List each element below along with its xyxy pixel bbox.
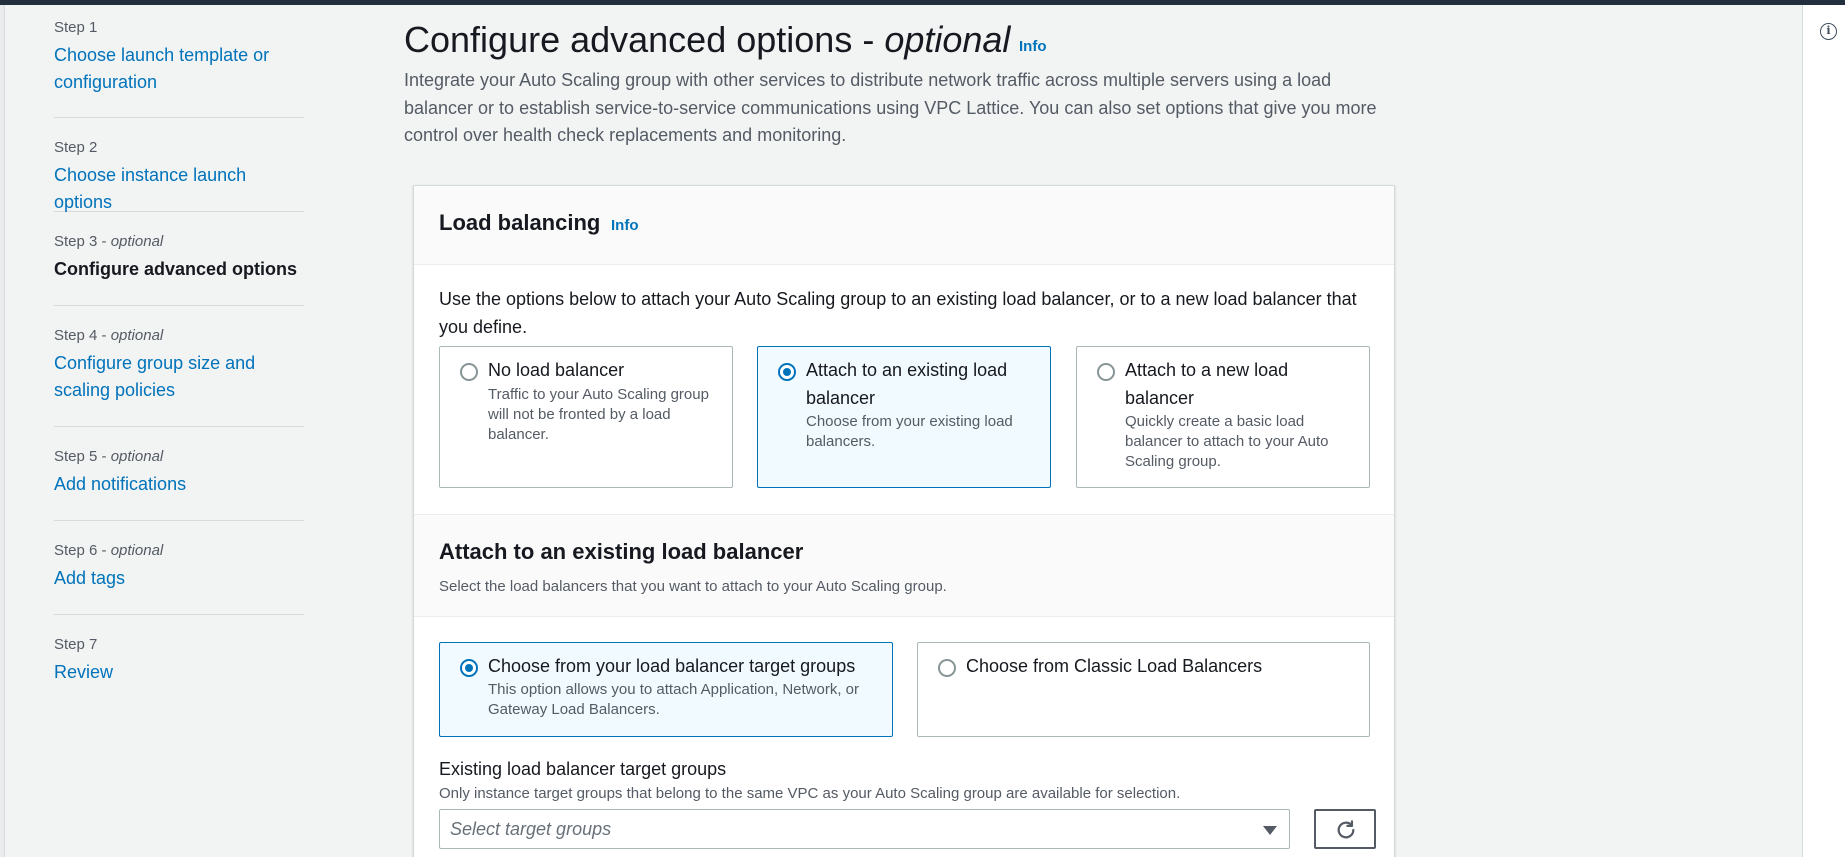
step-5-link[interactable]: Add notifications [54, 471, 304, 498]
no-load-balancer-label: No load balancer [488, 360, 625, 380]
step-7-link[interactable]: Review [54, 659, 304, 686]
existing-load-balancer-option[interactable]: Attach to an existing load balancer Choo… [757, 346, 1051, 488]
target-groups-field-label: Existing load balancer target groups [439, 759, 727, 779]
step-1-link[interactable]: Choose launch template or configuration [54, 42, 304, 96]
step-4: Step 4 - optional Configure group size a… [54, 306, 304, 427]
step-3: Step 3 - optional Configure advanced opt… [54, 212, 304, 306]
step-5-label: Step 5 - optional [54, 448, 164, 465]
target-groups-label: Choose from your load balancer target gr… [488, 656, 856, 676]
step-4-label: Step 4 - optional [54, 327, 164, 344]
no-load-balancer-option[interactable]: No load balancer Traffic to your Auto Sc… [439, 346, 733, 488]
info-icon[interactable]: i [1820, 23, 1837, 40]
new-load-balancer-option[interactable]: Attach to a new load balancer Quickly cr… [1076, 346, 1370, 488]
target-groups-select[interactable]: Select target groups [439, 809, 1290, 849]
load-balancing-header: Load balancing Info [414, 186, 1394, 265]
classic-load-balancers-label: Choose from Classic Load Balancers [966, 656, 1263, 676]
target-groups-radio[interactable] [460, 659, 478, 677]
step-3-label: Step 3 - optional [54, 233, 164, 250]
page-description: Integrate your Auto Scaling group with o… [404, 70, 1377, 145]
new-load-balancer-radio[interactable] [1097, 363, 1115, 381]
target-groups-placeholder: Select target groups [450, 819, 612, 839]
new-load-balancer-description: Quickly create a basic load balancer to … [1125, 413, 1329, 470]
refresh-button[interactable] [1314, 809, 1376, 849]
step-1-label: Step 1 [54, 19, 98, 36]
step-6: Step 6 - optional Add tags [54, 521, 304, 615]
step-6-label: Step 6 - optional [54, 542, 164, 559]
existing-load-balancer-header: Attach to an existing load balancer Sele… [414, 514, 1394, 617]
new-load-balancer-label: Attach to a new load balancer [1125, 360, 1289, 408]
load-balancing-title: Load balancing [439, 210, 601, 235]
page-info-link[interactable]: Info [1019, 38, 1047, 55]
step-4-link[interactable]: Configure group size and scaling policie… [54, 350, 274, 404]
step-6-link[interactable]: Add tags [54, 565, 304, 592]
help-panel-rail [1802, 5, 1845, 857]
step-2-label: Step 2 [54, 139, 98, 156]
existing-load-balancer-title: Attach to an existing load balancer [439, 539, 804, 564]
no-load-balancer-description: Traffic to your Auto Scaling group will … [488, 386, 709, 443]
load-balancing-container: Load balancing Info Use the options belo… [413, 185, 1395, 857]
existing-load-balancer-label: Attach to an existing load balancer [806, 360, 1008, 408]
target-groups-description: This option allows you to attach Applica… [488, 681, 860, 718]
classic-load-balancers-option[interactable]: Choose from Classic Load Balancers [917, 642, 1370, 737]
step-7: Step 7 Review [54, 615, 304, 686]
caret-down-icon [1263, 826, 1277, 835]
target-groups-option[interactable]: Choose from your load balancer target gr… [439, 642, 893, 737]
existing-load-balancer-description: Choose from your existing load balancers… [806, 413, 1013, 450]
refresh-icon [1337, 820, 1355, 839]
existing-load-balancer-description: Select the load balancers that you want … [439, 578, 947, 595]
step-2-link[interactable]: Choose instance launch options [54, 162, 304, 216]
step-3-current: Configure advanced options [54, 259, 298, 279]
step-5: Step 5 - optional Add notifications [54, 427, 304, 521]
classic-load-balancers-radio[interactable] [938, 659, 956, 677]
existing-load-balancer-radio[interactable] [778, 363, 796, 381]
load-balancing-info-link[interactable]: Info [611, 217, 639, 234]
step-2: Step 2 Choose instance launch options [54, 118, 304, 212]
no-load-balancer-radio[interactable] [460, 363, 478, 381]
load-balancing-description: Use the options below to attach your Aut… [439, 289, 1357, 337]
target-groups-field-description: Only instance target groups that belong … [439, 785, 1181, 802]
step-7-label: Step 7 [54, 636, 98, 653]
step-1: Step 1 Choose launch template or configu… [54, 5, 304, 118]
side-nav-collapsed [0, 5, 5, 857]
wizard-steps: Step 1 Choose launch template or configu… [54, 5, 304, 686]
page-title: Configure advanced options - optional [404, 19, 1011, 60]
